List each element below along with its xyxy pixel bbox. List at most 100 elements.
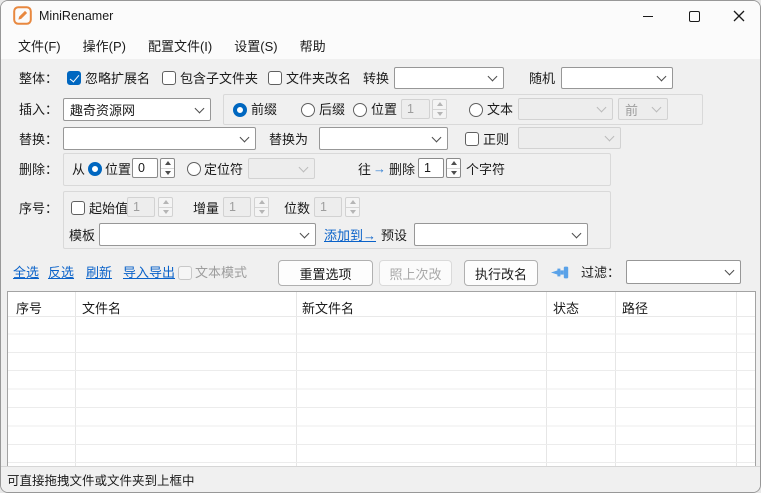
- delete-count-spinner-arrows[interactable]: [446, 158, 461, 178]
- add-to-preset-link[interactable]: 添加到→: [324, 228, 376, 244]
- spin-up-icon[interactable]: [346, 198, 359, 207]
- regex-preset-combobox[interactable]: [518, 127, 621, 149]
- close-button[interactable]: [716, 1, 761, 31]
- spin-up-icon[interactable]: [255, 198, 268, 207]
- serial-label: 序号：: [19, 201, 58, 217]
- insert-prefix-label: 前缀: [251, 102, 277, 118]
- serial-start-checkbox[interactable]: [71, 201, 85, 215]
- insert-anchor-combobox[interactable]: [518, 98, 613, 120]
- serial-increment-label: 增量: [193, 201, 219, 217]
- title-bar[interactable]: MiniRenamer: [1, 1, 760, 31]
- column-header-index[interactable]: 序号: [16, 298, 42, 317]
- reset-options-button[interactable]: 重置选项: [278, 260, 373, 286]
- serial-start-spinner[interactable]: 1: [127, 197, 155, 217]
- delete-anchor-radio[interactable]: [187, 162, 201, 176]
- insert-prefix-radio[interactable]: [233, 103, 247, 117]
- chevron-down-icon: [597, 103, 607, 113]
- spin-down-icon[interactable]: [346, 207, 359, 217]
- random-combobox[interactable]: [561, 67, 673, 89]
- delete-label: 删除：: [19, 162, 58, 178]
- spin-up-icon[interactable]: [447, 159, 460, 168]
- insert-position-label: 位置: [371, 102, 397, 118]
- delete-position-spinner[interactable]: 0: [132, 158, 158, 178]
- ignore-extension-label: 忽略扩展名: [85, 71, 150, 87]
- serial-increment-spinner-arrows[interactable]: [254, 197, 269, 217]
- execute-rename-button[interactable]: 执行改名: [464, 260, 538, 286]
- maximize-button[interactable]: [671, 1, 717, 31]
- spin-up-icon[interactable]: [161, 159, 174, 168]
- import-export-link[interactable]: 导入导出: [123, 265, 175, 281]
- chevron-down-icon: [652, 103, 662, 113]
- menu-profile[interactable]: 配置文件(I): [137, 32, 223, 59]
- delete-position-label: 位置: [105, 162, 131, 178]
- refresh-link[interactable]: 刷新: [86, 265, 112, 281]
- serial-digits-spinner[interactable]: 1: [314, 197, 342, 217]
- insert-anchor-text-radio[interactable]: [469, 103, 483, 117]
- regex-checkbox[interactable]: [465, 132, 479, 146]
- delete-direction-arrow[interactable]: →: [373, 161, 386, 177]
- column-header-new-filename[interactable]: 新文件名: [302, 298, 354, 317]
- delete-anchor-label: 定位符: [204, 162, 243, 178]
- insert-suffix-radio[interactable]: [301, 103, 315, 117]
- chevron-down-icon: [725, 266, 735, 276]
- chevron-down-icon: [300, 228, 310, 238]
- serial-digits-spinner-arrows[interactable]: [345, 197, 360, 217]
- serial-start-spinner-arrows[interactable]: [158, 197, 173, 217]
- include-subfolder-checkbox[interactable]: [162, 71, 176, 85]
- chevron-down-icon: [240, 132, 250, 142]
- replace-search-combobox[interactable]: [63, 127, 256, 150]
- delete-position-spinner-arrows[interactable]: [160, 158, 175, 178]
- pin-icon[interactable]: [551, 265, 570, 283]
- random-label: 随机: [529, 71, 555, 87]
- delete-from-label: 从: [72, 162, 85, 178]
- delete-count-spinner[interactable]: 1: [418, 158, 444, 178]
- ignore-extension-checkbox[interactable]: [67, 71, 81, 85]
- spin-down-icon[interactable]: [161, 168, 174, 178]
- serial-increment-spinner[interactable]: 1: [223, 197, 251, 217]
- preset-label: 预设: [381, 228, 407, 244]
- menu-file[interactable]: 文件(F): [7, 32, 72, 59]
- spin-down-icon[interactable]: [447, 168, 460, 178]
- insert-text-combobox[interactable]: 趣奇资源网: [63, 98, 211, 121]
- spin-up-icon[interactable]: [433, 100, 446, 109]
- template-combobox[interactable]: [99, 223, 316, 246]
- insert-position-spinner[interactable]: 1: [401, 99, 430, 119]
- column-header-status[interactable]: 状态: [553, 298, 579, 317]
- insert-position-spinner-arrows[interactable]: [432, 99, 447, 119]
- text-mode-checkbox[interactable]: [178, 266, 192, 280]
- file-table[interactable]: 序号 文件名 新文件名 状态 路径: [7, 291, 756, 468]
- menu-help[interactable]: 帮助: [289, 32, 337, 59]
- status-text: 可直接拖拽文件或文件夹到上框中: [7, 470, 195, 489]
- column-header-filename[interactable]: 文件名: [82, 298, 121, 317]
- select-all-link[interactable]: 全选: [13, 265, 39, 281]
- insert-side-combobox[interactable]: 前: [618, 98, 668, 120]
- spin-up-icon[interactable]: [159, 198, 172, 207]
- app-window: MiniRenamer 文件(F) 操作(P) 配置文件(I) 设置(S) 帮助…: [0, 0, 761, 493]
- replace-with-label: 替换为: [269, 132, 308, 148]
- column-header-path[interactable]: 路径: [622, 298, 648, 317]
- redo-last-button[interactable]: 照上次改: [379, 260, 452, 286]
- spin-down-icon[interactable]: [433, 109, 446, 119]
- spin-down-icon[interactable]: [159, 207, 172, 217]
- chevron-down-icon: [657, 72, 667, 82]
- spin-down-icon[interactable]: [255, 207, 268, 217]
- convert-combobox[interactable]: [394, 67, 504, 89]
- maximize-icon: [689, 11, 700, 22]
- folder-rename-checkbox[interactable]: [268, 71, 282, 85]
- table-row-grid: [8, 316, 755, 467]
- close-icon: [733, 10, 745, 22]
- chevron-down-icon: [195, 103, 205, 113]
- invert-selection-link[interactable]: 反选: [48, 265, 74, 281]
- folder-rename-label: 文件夹改名: [286, 71, 351, 87]
- insert-position-radio[interactable]: [353, 103, 367, 117]
- menu-settings[interactable]: 设置(S): [223, 32, 288, 59]
- menu-operation[interactable]: 操作(P): [72, 32, 137, 59]
- preset-combobox[interactable]: [414, 223, 588, 246]
- minimize-button[interactable]: [625, 1, 671, 31]
- replace-with-combobox[interactable]: [319, 127, 448, 150]
- filter-combobox[interactable]: [626, 260, 741, 284]
- menu-bar: 文件(F) 操作(P) 配置文件(I) 设置(S) 帮助: [1, 31, 760, 59]
- serial-start-label: 起始值: [89, 201, 128, 217]
- delete-position-radio[interactable]: [88, 162, 102, 176]
- delete-anchor-combobox[interactable]: [248, 158, 315, 179]
